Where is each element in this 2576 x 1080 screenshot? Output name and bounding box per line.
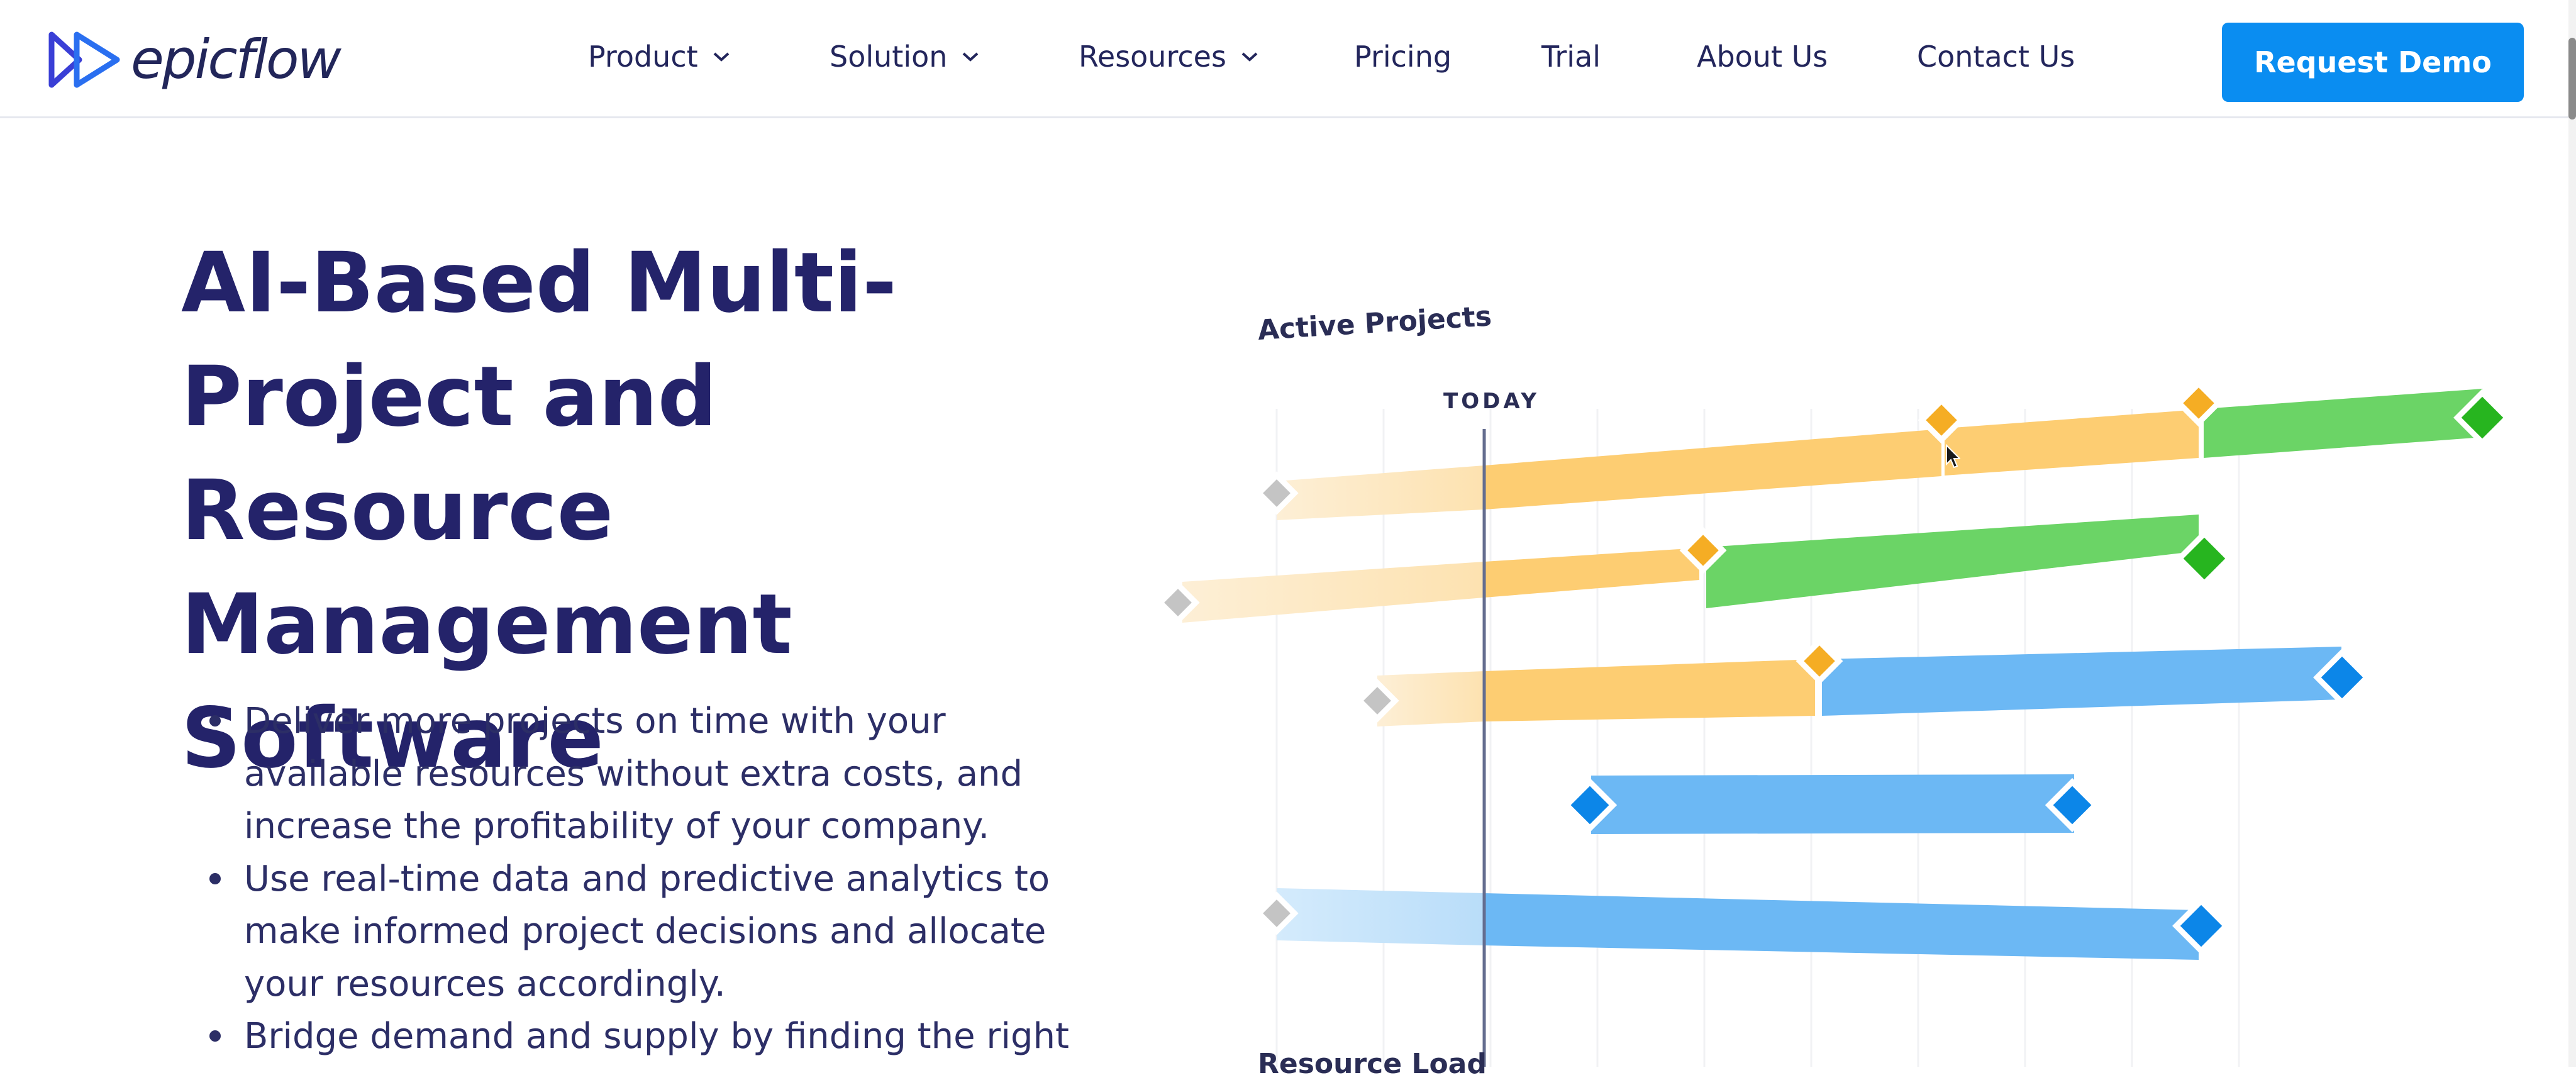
active-projects-illustration: Active Projects TODAY Resource Load [1132, 189, 2541, 1080]
today-label: TODAY [1443, 389, 1540, 414]
epicflow-logo-icon [48, 31, 120, 88]
nav-solution-label: Solution [830, 40, 948, 74]
chevron-down-icon [713, 52, 730, 62]
scrollbar-thumb[interactable] [2568, 38, 2576, 120]
nav-contact-us[interactable]: Contact Us [1917, 38, 2075, 75]
nav-about-us[interactable]: About Us [1697, 38, 1828, 75]
nav-resources-label: Resources [1079, 40, 1226, 74]
project-bar-row-2 [1182, 515, 2199, 623]
site-header: epicflow Product Solution Resources Pric… [0, 0, 2576, 118]
nav-solution[interactable]: Solution [830, 38, 980, 75]
logo[interactable]: epicflow [48, 25, 341, 94]
nav-resources[interactable]: Resources [1079, 38, 1259, 75]
page-scrollbar[interactable] [2568, 0, 2576, 1067]
mouse-cursor-icon [1946, 444, 1960, 469]
benefit-list: Deliver more projects on time with your … [181, 695, 1074, 1063]
hero-title-line: Management [181, 576, 792, 673]
nav-product[interactable]: Product [588, 38, 731, 75]
benefit-item: Deliver more projects on time with your … [181, 695, 1074, 853]
nav-pricing[interactable]: Pricing [1354, 38, 1452, 75]
nav-product-label: Product [588, 40, 698, 74]
project-bar-row-3 [1377, 647, 2341, 726]
project-bar-row-4 [1591, 774, 2074, 834]
brand-name: epicflow [131, 28, 341, 91]
resource-load-label: Resource Load [1258, 1048, 1487, 1080]
chevron-down-icon [1241, 52, 1258, 62]
hero-title-line: AI-Based Multi- [181, 235, 897, 331]
request-demo-button[interactable]: Request Demo [2222, 23, 2524, 102]
benefit-item: Use real-time data and predictive analyt… [181, 853, 1074, 1011]
project-bar-row-5 [1277, 888, 2199, 960]
benefit-item: Bridge demand and supply by finding the … [181, 1010, 1074, 1063]
nav-trial[interactable]: Trial [1541, 38, 1601, 75]
chevron-down-icon [963, 52, 979, 62]
hero-title-line: Project and Resource [181, 348, 718, 559]
